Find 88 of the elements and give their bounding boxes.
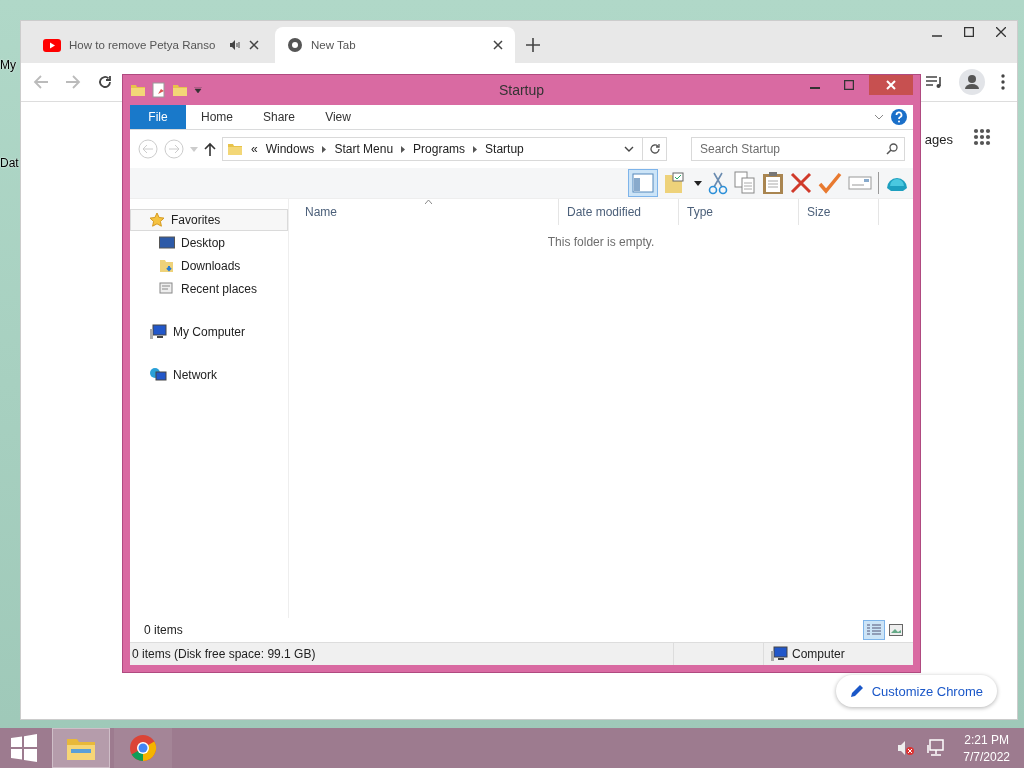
chrome-icon <box>129 734 157 762</box>
breadcrumb[interactable]: Windows <box>265 142 315 156</box>
minimize-icon <box>810 87 820 89</box>
close-icon <box>996 27 1006 37</box>
nav-item[interactable]: My Computer <box>130 321 288 343</box>
nav-item[interactable]: Network <box>130 364 288 386</box>
overflow-chevrons[interactable]: « <box>251 142 258 156</box>
images-link[interactable]: ages <box>924 132 953 147</box>
caret-icon[interactable] <box>194 87 202 93</box>
download-folder-icon <box>159 258 175 274</box>
search-icon <box>886 143 898 155</box>
status-text: 0 items (Disk free space: 99.1 GB) <box>130 643 674 665</box>
item-count: 0 items <box>144 623 183 637</box>
sort-caret-icon <box>425 200 432 204</box>
nav-item[interactable]: Recent places <box>130 278 288 300</box>
network-icon <box>149 367 167 383</box>
ribbon-tab[interactable]: Home <box>186 105 248 129</box>
breadcrumb-arrow-icon[interactable] <box>401 145 406 153</box>
delete-icon[interactable] <box>790 172 812 194</box>
nav-item[interactable]: Favorites <box>130 209 288 231</box>
empty-folder-message: This folder is empty. <box>546 235 656 249</box>
window-title: Startup <box>498 82 545 98</box>
ribbon-tab[interactable]: Share <box>248 105 311 129</box>
close-tab-button[interactable] <box>493 40 503 50</box>
refresh-icon <box>648 143 661 155</box>
clipboard-icon[interactable] <box>762 171 784 195</box>
windows-logo-icon <box>10 734 38 762</box>
network-icon[interactable] <box>927 739 946 757</box>
desktop-icon-label: Dat <box>0 156 19 170</box>
status-location: Computer <box>792 647 845 661</box>
properties-icon <box>152 82 166 98</box>
maximize-icon <box>844 80 854 90</box>
nav-item[interactable]: Desktop <box>130 232 288 254</box>
checkmark-icon[interactable] <box>818 172 842 194</box>
close-icon <box>493 40 503 50</box>
breadcrumb-arrow-icon[interactable] <box>322 145 327 153</box>
taskbar-button[interactable] <box>114 728 172 768</box>
minimize-icon <box>932 35 942 37</box>
shell-icon[interactable] <box>878 172 909 194</box>
up-button[interactable] <box>204 142 216 156</box>
computer-icon <box>770 646 788 662</box>
breadcrumb-arrow-icon[interactable] <box>473 145 478 153</box>
apps-grid-icon[interactable] <box>973 128 991 146</box>
customize-button[interactable]: Customize Chrome <box>835 675 997 707</box>
ribbon-tab[interactable]: File <box>130 105 186 129</box>
view-toggle[interactable] <box>863 620 885 640</box>
folder-icon <box>227 141 243 157</box>
profile-icon[interactable] <box>959 69 985 95</box>
cut-icon[interactable] <box>708 171 728 195</box>
monitor-icon <box>159 236 175 250</box>
address-bar[interactable]: « Windows Start Menu Programs Startup <box>222 137 667 161</box>
media-icon[interactable] <box>925 74 943 90</box>
muted-speaker-icon[interactable] <box>897 740 916 756</box>
details-view-icon <box>867 624 881 636</box>
close-tab-button[interactable] <box>249 40 259 50</box>
video-site-icon <box>43 38 61 52</box>
new-folder-icon <box>172 82 188 98</box>
nav-item[interactable]: Downloads <box>130 255 288 277</box>
preview-pane-button[interactable] <box>628 169 658 197</box>
close-icon <box>249 40 259 50</box>
column-header[interactable]: Size <box>799 199 879 225</box>
folder-icon <box>130 82 146 98</box>
maximize-icon <box>964 27 974 37</box>
column-header[interactable]: Type <box>679 199 799 225</box>
breadcrumb[interactable]: Programs <box>413 142 466 156</box>
clock[interactable]: 2:21 PM 7/7/2022 <box>949 732 1024 764</box>
menu-icon[interactable] <box>1001 74 1005 90</box>
dropdown-chevron-icon[interactable] <box>624 146 634 152</box>
computer-icon <box>149 324 167 340</box>
close-icon <box>886 80 896 90</box>
rename-icon[interactable] <box>848 174 872 192</box>
plus-icon <box>526 38 540 52</box>
reload-button[interactable] <box>97 74 113 90</box>
desktop-icon-label: My <box>0 58 17 72</box>
recent-places-icon <box>159 281 175 297</box>
globe-icon <box>287 37 303 53</box>
search-field[interactable]: Search Startup <box>691 137 905 161</box>
ribbon-tab[interactable]: View <box>310 105 367 129</box>
dropdown-caret-icon[interactable] <box>694 180 702 186</box>
thumbnail-view-icon <box>889 624 903 636</box>
pencil-icon <box>849 684 864 698</box>
browser-tab[interactable]: New Tab <box>275 27 515 63</box>
column-header[interactable]: Date modified <box>559 199 679 225</box>
browser-tab[interactable]: How to remove Petya Ranso <box>31 27 271 63</box>
breadcrumb[interactable]: Startup <box>485 142 524 156</box>
star-icon <box>149 212 165 228</box>
breadcrumb[interactable]: Start Menu <box>334 142 394 156</box>
column-header[interactable]: Name <box>297 199 559 225</box>
